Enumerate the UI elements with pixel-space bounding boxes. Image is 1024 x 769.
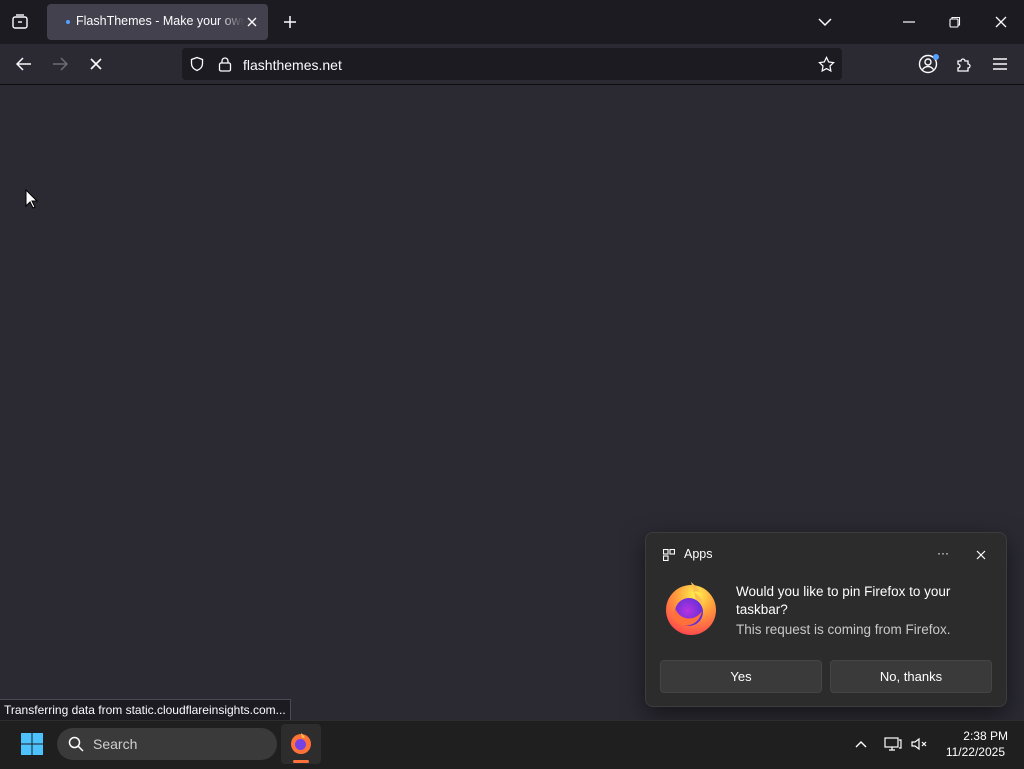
apps-icon <box>662 548 676 562</box>
lock-icon[interactable] <box>216 55 234 73</box>
close-icon[interactable] <box>972 546 990 564</box>
taskbar-time[interactable]: 2:38 PM <box>940 729 1008 743</box>
shield-icon[interactable] <box>188 55 206 73</box>
restore-icon[interactable] <box>943 12 967 32</box>
yes-button[interactable]: Yes <box>660 660 822 693</box>
status-panel: Transferring data from static.cloudflare… <box>0 699 291 722</box>
taskbar-search-box[interactable] <box>57 728 277 760</box>
no-thanks-button[interactable]: No, thanks <box>830 660 992 693</box>
plus-icon[interactable] <box>280 12 300 32</box>
toast-sub-message: This request is coming from Firefox. <box>736 622 951 637</box>
search-placeholder: Search <box>93 736 138 752</box>
toast-message: Would you like to pin Firefox to your ta… <box>736 584 951 617</box>
taskbar-date[interactable]: 11/22/2025 <box>935 745 1005 759</box>
tab-loading-indicator <box>66 20 70 24</box>
tab-title: FlashThemes - Make your own animations! <box>76 14 244 28</box>
hamburger-icon[interactable] <box>989 54 1011 74</box>
close-window-icon[interactable] <box>989 12 1013 32</box>
star-icon[interactable] <box>815 54 837 74</box>
speaker-muted-icon[interactable] <box>909 734 929 754</box>
back-arrow-icon[interactable] <box>12 54 36 74</box>
pin-taskbar-notification: Apps ··· Would you like to pin Firefox t… <box>645 532 1007 707</box>
display-icon[interactable] <box>883 734 903 754</box>
tab-list-icon[interactable] <box>8 10 32 34</box>
windows-start-icon[interactable] <box>18 730 46 758</box>
chevron-up-icon[interactable] <box>852 735 870 753</box>
search-icon <box>67 735 85 753</box>
mouse-cursor-icon <box>24 188 38 210</box>
close-tab-icon[interactable] <box>244 12 260 32</box>
more-options-icon[interactable]: ··· <box>932 544 954 564</box>
stop-icon[interactable] <box>84 54 108 74</box>
firefox-taskbar-icon <box>289 731 313 755</box>
toast-app-label: Apps <box>684 547 713 561</box>
minimize-icon[interactable] <box>897 12 921 32</box>
account-notification-dot <box>933 54 939 60</box>
puzzle-icon[interactable] <box>953 54 975 74</box>
chevron-down-icon[interactable] <box>814 12 836 32</box>
url-text[interactable]: flashthemes.net <box>243 57 342 73</box>
running-indicator <box>293 760 309 763</box>
forward-arrow-icon <box>48 54 72 74</box>
firefox-logo-icon <box>662 579 720 637</box>
